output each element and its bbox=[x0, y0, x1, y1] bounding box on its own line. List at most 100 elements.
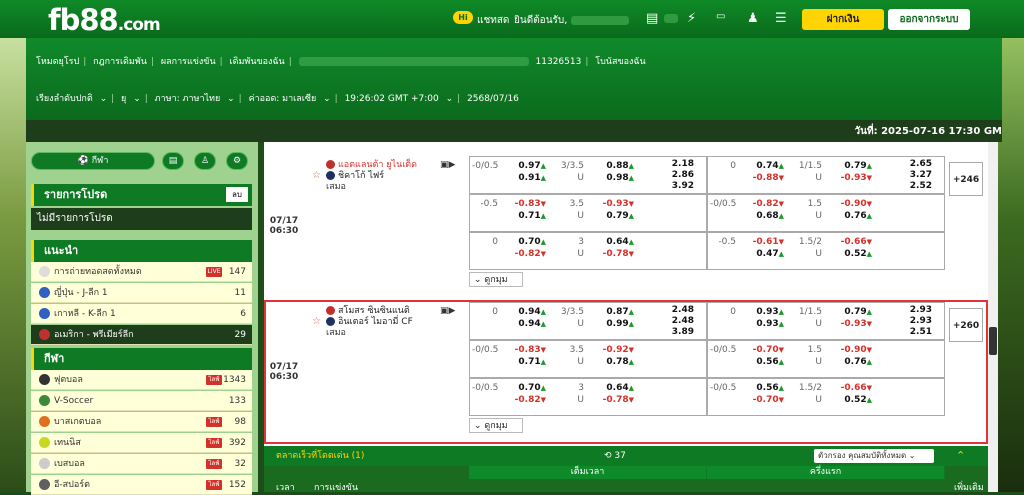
odds-away[interactable]: -0.88▼ bbox=[740, 173, 784, 183]
odds-away[interactable]: 0.47▲ bbox=[740, 249, 784, 259]
odds-away[interactable]: -0.82▼ bbox=[502, 395, 546, 405]
flash-icon[interactable]: ⚡ bbox=[687, 11, 696, 26]
odds-value[interactable]: 0.79 bbox=[844, 307, 866, 317]
odds-over[interactable]: -0.90▼ bbox=[826, 345, 872, 355]
odds-value[interactable]: -0.83 bbox=[515, 199, 541, 209]
view-more-button[interactable]: ⌄ ดูกมุม bbox=[469, 418, 523, 433]
recommended-item[interactable]: เกาหลี - K-ลีก 1 6 bbox=[31, 304, 252, 324]
away-team-name[interactable]: ชิคาโก้ ไฟร์ bbox=[338, 171, 384, 181]
odds-value[interactable]: 0.88 bbox=[606, 161, 628, 171]
sport-item[interactable]: อี-สปอร์ต ไลฟ์ 152 bbox=[31, 475, 252, 495]
odds-value[interactable]: -0.66 bbox=[841, 383, 867, 393]
odds-value[interactable]: 0.98 bbox=[606, 173, 628, 183]
odds-home[interactable]: -0.61▼ bbox=[740, 237, 784, 247]
scrollbar[interactable] bbox=[988, 142, 998, 492]
odds-value[interactable]: 0.94 bbox=[518, 319, 540, 329]
odds-under[interactable]: 0.52▲ bbox=[826, 395, 872, 405]
odds-under[interactable]: 0.76▲ bbox=[826, 357, 872, 367]
odds-value[interactable]: -0.70 bbox=[753, 345, 779, 355]
odds-value[interactable]: 0.94 bbox=[518, 307, 540, 317]
odds-value[interactable]: 0.70 bbox=[518, 237, 540, 247]
timezone-select[interactable]: 19:26:02 GMT +7:00 ⌄ bbox=[345, 94, 454, 104]
view-more-button[interactable]: ⌄ ดูกมุม bbox=[469, 272, 523, 287]
odds-under[interactable]: 0.98▲ bbox=[588, 173, 634, 183]
odds-value[interactable]: 2.51 bbox=[910, 327, 932, 337]
odds-value[interactable]: 2.48 bbox=[672, 316, 694, 326]
odds-home[interactable]: 0.94▲ bbox=[502, 307, 546, 317]
odds-value[interactable]: -0.82 bbox=[515, 249, 541, 259]
odds-value[interactable]: 0.91 bbox=[518, 173, 540, 183]
odds-home[interactable]: 0.70▲ bbox=[502, 237, 546, 247]
menu-betting-rules[interactable]: กฎการเดิมพัน bbox=[93, 57, 147, 67]
odds-value[interactable]: -0.82 bbox=[753, 199, 779, 209]
sport-item[interactable]: V-Soccer 133 bbox=[31, 391, 252, 411]
odds-under[interactable]: -0.93▼ bbox=[826, 173, 872, 183]
odds-value[interactable]: 0.76 bbox=[844, 211, 866, 221]
odds-type-select[interactable]: ยุ ⌄ bbox=[121, 94, 141, 104]
logout-button[interactable]: ออกจากระบบ bbox=[888, 9, 970, 30]
1x2-odds[interactable]: 2.86 bbox=[640, 170, 694, 180]
odds-value[interactable]: 2.93 bbox=[910, 305, 932, 315]
menu-european-mode[interactable]: โหมดยุโรป bbox=[36, 57, 79, 67]
stats-icon[interactable]: ▭ bbox=[716, 11, 725, 22]
home-team-name[interactable]: สโมสร ซินซินแนติ bbox=[338, 306, 410, 316]
odds-home[interactable]: -0.83▼ bbox=[502, 199, 546, 209]
odds-value[interactable]: 0.97 bbox=[518, 161, 540, 171]
more-markets-button[interactable]: +260 bbox=[949, 308, 983, 342]
odds-value[interactable]: -0.93 bbox=[841, 173, 867, 183]
refresh-icon[interactable]: ⟲ bbox=[604, 451, 612, 461]
1x2-odds[interactable]: 2.51 bbox=[878, 327, 932, 337]
stats-icon[interactable]: ▣▶ bbox=[440, 306, 455, 316]
odds-value[interactable]: -0.90 bbox=[841, 345, 867, 355]
favorites-clear-button[interactable]: ลบ bbox=[226, 187, 248, 202]
odds-value[interactable]: 3.27 bbox=[910, 170, 932, 180]
scrollbar-thumb[interactable] bbox=[989, 327, 997, 355]
odds-value[interactable]: 3.92 bbox=[672, 181, 694, 191]
odds-value[interactable]: 0.70 bbox=[518, 383, 540, 393]
1x2-odds[interactable]: 2.93 bbox=[878, 316, 932, 326]
odds-over[interactable]: 0.79▲ bbox=[826, 161, 872, 171]
1x2-odds[interactable]: 3.92 bbox=[640, 181, 694, 191]
odds-under[interactable]: -0.78▼ bbox=[588, 395, 634, 405]
odds-away[interactable]: 0.71▲ bbox=[502, 357, 546, 367]
odds-under[interactable]: 0.76▲ bbox=[826, 211, 872, 221]
odds-home[interactable]: 0.70▲ bbox=[502, 383, 546, 393]
menu-results[interactable]: ผลการแข่งขัน bbox=[161, 57, 216, 67]
odds-over[interactable]: -0.66▼ bbox=[826, 383, 872, 393]
odds-value[interactable]: 0.47 bbox=[756, 249, 778, 259]
user-icon[interactable]: ♟ bbox=[747, 11, 759, 26]
recommended-item[interactable]: การถ่ายทอดสดทั้งหมด LIVE 147 bbox=[31, 262, 252, 282]
language-select[interactable]: ภาษา: ภาษาไทย ⌄ bbox=[155, 94, 235, 104]
odds-away[interactable]: -0.70▼ bbox=[740, 395, 784, 405]
odds-value[interactable]: 2.93 bbox=[910, 316, 932, 326]
odds-value[interactable]: -0.93 bbox=[603, 199, 629, 209]
odds-value[interactable]: -0.66 bbox=[841, 237, 867, 247]
more-markets-button[interactable]: +246 bbox=[949, 162, 983, 196]
sport-item[interactable]: ฟุตบอล ไลฟ์ 1343 bbox=[31, 370, 252, 390]
filter-select[interactable]: ตัวกรอง คุณสมบัติทั้งหมด ⌄ bbox=[814, 449, 934, 463]
menu-my-bonus[interactable]: โบนัสของฉัน bbox=[595, 57, 645, 67]
odds-value[interactable]: -0.78 bbox=[603, 395, 629, 405]
odds-away[interactable]: 0.91▲ bbox=[502, 173, 546, 183]
odds-under[interactable]: -0.78▼ bbox=[588, 249, 634, 259]
sport-item[interactable]: เบสบอล ไลฟ์ 32 bbox=[31, 454, 252, 474]
odds-format-select[interactable]: ค่าออด: มาเลเซีย ⌄ bbox=[249, 94, 331, 104]
quick-market-title[interactable]: ตลาดเร็วที่โดดเด่น (1) bbox=[276, 446, 364, 466]
odds-under[interactable]: -0.93▼ bbox=[826, 319, 872, 329]
odds-home[interactable]: -0.70▼ bbox=[740, 345, 784, 355]
odds-value[interactable]: 0.74 bbox=[756, 161, 778, 171]
odds-under[interactable]: 0.78▲ bbox=[588, 357, 634, 367]
odds-home[interactable]: 0.97▲ bbox=[502, 161, 546, 171]
odds-away[interactable]: 0.93▲ bbox=[740, 319, 784, 329]
odds-value[interactable]: 2.18 bbox=[672, 159, 694, 169]
odds-value[interactable]: 0.71 bbox=[518, 211, 540, 221]
settings-icon[interactable]: ⚙ bbox=[226, 152, 248, 170]
sort-select[interactable]: เรียงลำดับปกติ ⌄ bbox=[36, 94, 107, 104]
odds-value[interactable]: -0.92 bbox=[603, 345, 629, 355]
sport-item[interactable]: บาสเกตบอล ไลฟ์ 98 bbox=[31, 412, 252, 432]
profile-icon[interactable]: ♙ bbox=[194, 152, 216, 170]
odds-value[interactable]: 0.64 bbox=[606, 383, 628, 393]
odds-value[interactable]: 0.93 bbox=[756, 307, 778, 317]
odds-value[interactable]: -0.88 bbox=[753, 173, 779, 183]
odds-under[interactable]: 0.99▲ bbox=[588, 319, 634, 329]
